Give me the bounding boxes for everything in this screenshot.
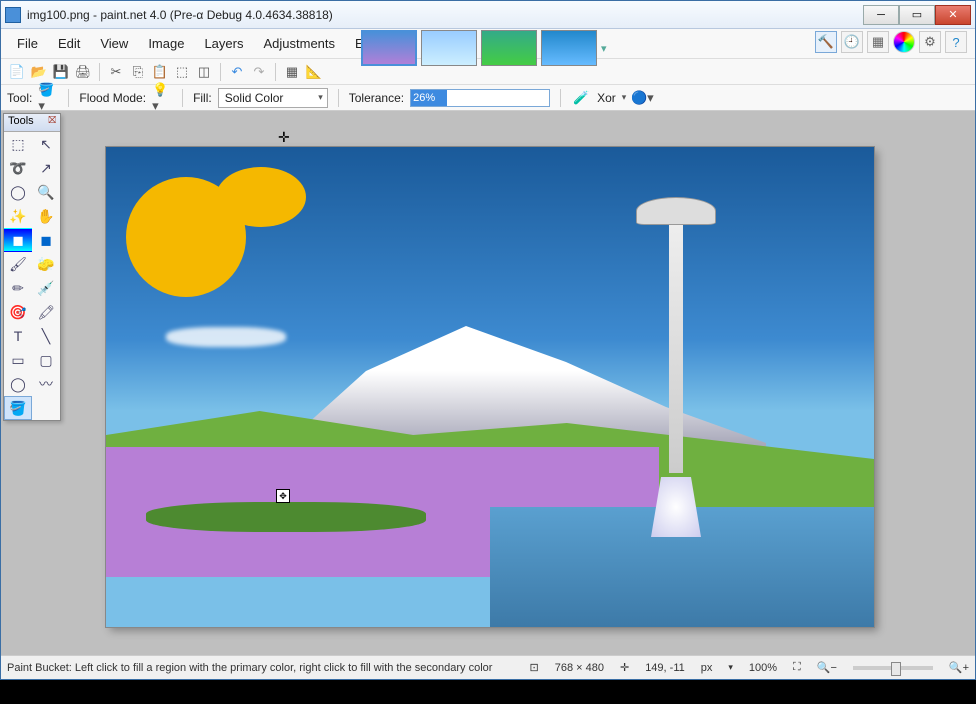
rect-select-tool[interactable]: ⬚ <box>4 132 32 156</box>
line-tool[interactable]: ╲ <box>32 324 60 348</box>
panel-toggles: 🔨 🕘 ▦ ⚙ ? <box>815 31 967 53</box>
help-icon[interactable]: ? <box>945 31 967 53</box>
titlebar[interactable]: img100.png - paint.net 4.0 (Pre-α Debug … <box>1 1 975 29</box>
statusbar: Paint Bucket: Left click to fill a regio… <box>1 655 975 679</box>
tool-options-bar: Tool: 🪣▾ Flood Mode: 💡▾ Fill: Solid Colo… <box>1 85 975 111</box>
rectangle-tool[interactable]: ▭ <box>4 348 32 372</box>
zoom-out-icon[interactable]: 🔍− <box>817 661 837 674</box>
paint-bucket-tool[interactable]: 🪣 <box>4 396 32 420</box>
maximize-button[interactable]: ▭ <box>899 5 935 25</box>
grid-icon[interactable]: ▦ <box>282 62 302 82</box>
color-picker-tool[interactable]: 💉 <box>32 276 60 300</box>
pan-tool[interactable]: ✋ <box>32 204 60 228</box>
tools-panel[interactable]: Tools ⛝ ⬚ ↖ ➰ ↗ ◯ 🔍 ✨ ✋ ◼ ◼ 🖌 🧽 ✏ 💉 🎯 🖍 <box>3 113 61 421</box>
flood-mode-icon[interactable]: 💡▾ <box>152 88 172 108</box>
xor-label: Xor <box>597 91 616 105</box>
tools-close-icon[interactable]: ⛝ <box>48 115 56 130</box>
open-icon[interactable]: 📂 <box>29 62 49 82</box>
undo-icon[interactable]: ↶ <box>227 62 247 82</box>
thumb-2[interactable] <box>421 30 477 66</box>
canvas[interactable]: ✥ <box>106 147 874 627</box>
clone-stamp-tool[interactable]: 🎯 <box>4 300 32 324</box>
cut-icon[interactable]: ✂ <box>106 62 126 82</box>
eraser-tool[interactable]: 🧽 <box>32 252 60 276</box>
gradient-tool[interactable]: ◼ <box>4 228 32 252</box>
move-cursor-icon: ✥ <box>276 489 290 503</box>
text-tool[interactable]: T <box>4 324 32 348</box>
thumb-4[interactable] <box>541 30 597 66</box>
crop-icon[interactable]: ⬚ <box>172 62 192 82</box>
thumb-menu-icon[interactable]: ▾ <box>601 42 607 55</box>
ruler-icon[interactable]: 📐 <box>304 62 324 82</box>
app-icon <box>5 7 21 23</box>
magic-wand-tool[interactable]: ✨ <box>4 204 32 228</box>
fill-label: Fill: <box>193 91 212 105</box>
image-size: 768 × 480 <box>555 662 604 674</box>
sampling-icon[interactable]: 🔵▾ <box>632 88 652 108</box>
xor-dropdown-icon[interactable]: ▾ <box>622 92 627 103</box>
flood-mode-label: Flood Mode: <box>79 91 146 105</box>
move-sel-tool[interactable]: ↖ <box>32 132 60 156</box>
ellipse-select-tool[interactable]: ◯ <box>4 180 32 204</box>
cursor-pos: 149, -11 <box>645 662 685 674</box>
zoom-slider[interactable] <box>853 666 933 670</box>
menu-file[interactable]: File <box>7 32 48 55</box>
zoom-value: 100% <box>749 662 777 674</box>
document-thumbnails: ▾ <box>361 29 607 67</box>
fill-combo[interactable]: Solid Color <box>218 88 328 108</box>
colors-toggle-icon[interactable] <box>893 31 915 53</box>
blend-icon[interactable]: 🧪 <box>571 88 591 108</box>
pencil-tool[interactable]: ✏ <box>4 276 32 300</box>
ellipse-tool[interactable]: ◯ <box>4 372 32 396</box>
layers-toggle-icon[interactable]: ▦ <box>867 31 889 53</box>
status-hint: Paint Bucket: Left click to fill a regio… <box>7 662 492 674</box>
image-size-icon: ⊡ <box>530 661 539 674</box>
menu-view[interactable]: View <box>90 32 138 55</box>
workspace[interactable]: ✥ ✛ Tools ⛝ ⬚ ↖ ➰ ↗ ◯ 🔍 ✨ ✋ ◼ ◼ 🖌 🧽 ✏ <box>1 111 975 679</box>
lasso-tool[interactable]: ➰ <box>4 156 32 180</box>
minimize-button[interactable]: ─ <box>863 5 899 25</box>
menu-layers[interactable]: Layers <box>194 32 253 55</box>
menu-image[interactable]: Image <box>138 32 194 55</box>
copy-icon[interactable]: ⎘ <box>128 62 148 82</box>
app-window: img100.png - paint.net 4.0 (Pre-α Debug … <box>0 0 976 680</box>
menu-adjustments[interactable]: Adjustments <box>253 32 345 55</box>
paste-icon[interactable]: 📋 <box>150 62 170 82</box>
deselect-icon[interactable]: ◫ <box>194 62 214 82</box>
close-button[interactable]: ✕ <box>935 5 971 25</box>
tolerance-value: 26% <box>411 90 447 106</box>
tool-label: Tool: <box>7 91 32 105</box>
history-toggle-icon[interactable]: 🕘 <box>841 31 863 53</box>
window-controls: ─ ▭ ✕ <box>863 5 971 25</box>
unit-selector[interactable]: px <box>701 662 713 674</box>
zoom-in-icon[interactable]: 🔍+ <box>949 661 969 674</box>
window-title: img100.png - paint.net 4.0 (Pre-α Debug … <box>27 8 863 22</box>
move-tool[interactable]: ↗ <box>32 156 60 180</box>
thumb-3[interactable] <box>481 30 537 66</box>
tolerance-slider[interactable]: 26% <box>410 89 550 107</box>
menubar: File Edit View Image Layers Adjustments … <box>1 29 975 59</box>
rounded-rect-tool[interactable]: ▢ <box>32 348 60 372</box>
crosshair-icon: ✛ <box>278 129 290 146</box>
save-icon[interactable]: 💾 <box>51 62 71 82</box>
redo-icon[interactable]: ↷ <box>249 62 269 82</box>
paint-bucket-alt[interactable]: ◼ <box>32 228 60 252</box>
freeform-tool[interactable]: 〰 <box>32 372 60 396</box>
fit-window-icon[interactable]: ⛶ <box>793 661 801 674</box>
tolerance-label: Tolerance: <box>349 91 404 105</box>
tools-panel-title: Tools <box>8 115 48 130</box>
print-icon[interactable]: 🖨 <box>73 62 93 82</box>
thumb-1[interactable] <box>361 30 417 66</box>
recolor-tool[interactable]: 🖍 <box>32 300 60 324</box>
zoom-tool[interactable]: 🔍 <box>32 180 60 204</box>
tool-selector-icon[interactable]: 🪣▾ <box>38 88 58 108</box>
new-icon[interactable]: 📄 <box>7 62 27 82</box>
settings-icon[interactable]: ⚙ <box>919 31 941 53</box>
paintbrush-tool[interactable]: 🖌 <box>4 252 32 276</box>
tools-toggle-icon[interactable]: 🔨 <box>815 31 837 53</box>
cursor-pos-icon: ✛ <box>620 661 629 674</box>
empty-tool-slot <box>32 396 60 420</box>
menu-edit[interactable]: Edit <box>48 32 90 55</box>
